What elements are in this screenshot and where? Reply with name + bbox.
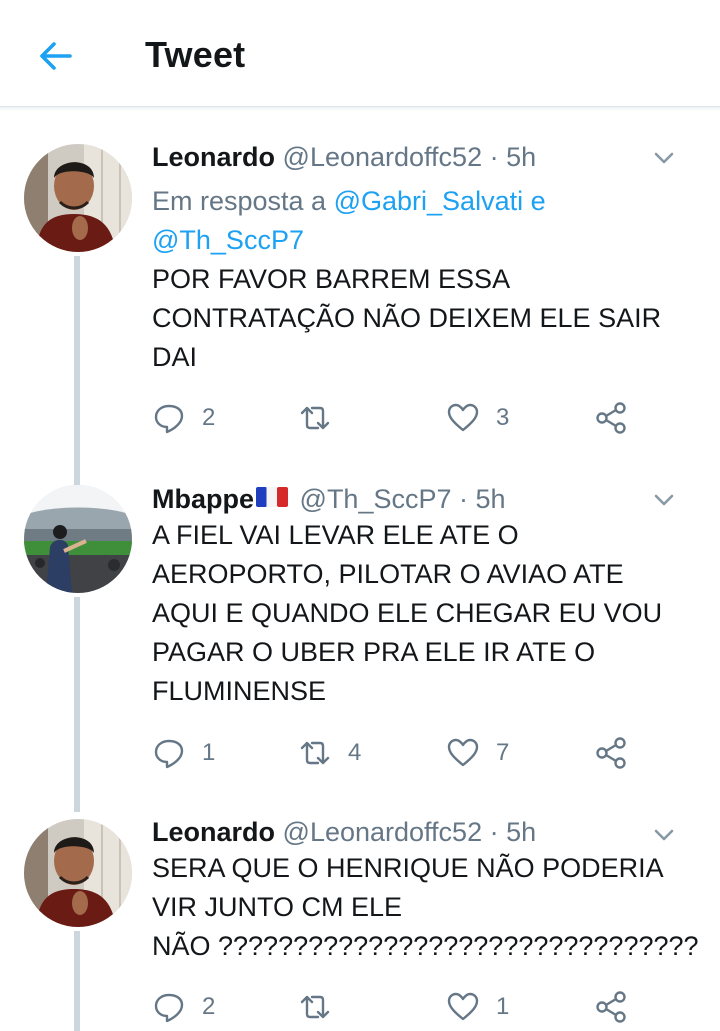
separator-dot: · (489, 817, 499, 847)
tweet-text-line: SERA QUE O HENRIQUE NÃO PODERIA (152, 853, 664, 883)
chevron-down-icon[interactable] (650, 486, 678, 514)
tweet-text-line: AQUI E QUANDO ELE CHEGAR EU VOU (152, 598, 663, 628)
tweet-text-line: POR FAVOR BARREM ESSA (152, 264, 511, 294)
share-icon (596, 991, 626, 1023)
tweet-text-line: A FIEL VAI LEVAR ELE ATE O (152, 520, 519, 550)
timestamp[interactable]: 5h (476, 484, 506, 514)
share-button[interactable] (594, 733, 628, 773)
heart-icon (447, 738, 479, 767)
mention-link[interactable]: @Th_SccP7 (152, 225, 304, 255)
tweet-3[interactable]: Leonardo @Leonardoffc52 · 5h SERA QUE O … (0, 815, 720, 1031)
display-name[interactable]: Leonardo (152, 817, 275, 847)
avatar[interactable] (24, 485, 132, 593)
thread-line (74, 256, 80, 476)
like-button[interactable]: 1 (446, 987, 509, 1027)
tweet-text-line: NÃO ???????????????????????????????? (152, 931, 699, 961)
like-count: 3 (496, 404, 510, 431)
tweet-text: POR FAVOR BARREM ESSA CONTRATAÇÃO NÃO DE… (152, 260, 700, 377)
reply-icon (154, 739, 184, 769)
tweet-content: Leonardo @Leonardoffc52 · 5h SERA QUE O … (152, 815, 700, 966)
retweet-count: 4 (348, 739, 362, 766)
tweet-text: SERA QUE O HENRIQUE NÃO PODERIA VIR JUNT… (152, 849, 700, 966)
profile-photo-icon (24, 819, 132, 927)
username[interactable]: @Leonardoffc52 (283, 142, 483, 172)
reply-prefix: Em resposta a (152, 186, 327, 216)
reply-icon (154, 404, 184, 434)
display-name[interactable]: Leonardo (152, 142, 275, 172)
separator-dot: · (459, 484, 469, 514)
avatar[interactable] (24, 819, 132, 927)
chevron-down-icon[interactable] (650, 821, 678, 849)
heart-icon (447, 403, 479, 432)
username[interactable]: @Leonardoffc52 (283, 817, 483, 847)
thread-line (74, 470, 80, 485)
back-button[interactable] (36, 36, 76, 76)
tweet-header: Leonardo @Leonardoffc52 · 5h (152, 815, 700, 849)
page-title: Tweet (145, 34, 246, 75)
tweet-content: Leonardo @Leonardoffc52 · 5h Em resposta… (152, 140, 700, 377)
tweet-text-line: CONTRATAÇÃO NÃO DEIXEM ELE SAIR (152, 303, 662, 333)
tweet-text-line: AEROPORTO, PILOTAR O AVIAO ATE (152, 559, 624, 589)
reply-count: 2 (202, 404, 216, 431)
mention-link[interactable]: @Gabri_Salvati (334, 186, 524, 216)
tweet-1[interactable]: Leonardo @Leonardoffc52 · 5h Em resposta… (0, 140, 720, 476)
like-count: 7 (496, 739, 510, 766)
chevron-down-icon[interactable] (650, 144, 678, 172)
retweet-button[interactable]: 4 (298, 733, 361, 773)
tweet-content: Mbappe @Th_SccP7 · 5h A FIEL VAI LEVAR E… (152, 482, 700, 711)
reply-count: 2 (202, 993, 216, 1020)
profile-photo-icon (24, 485, 132, 593)
tweet-header: Mbappe @Th_SccP7 · 5h (152, 482, 700, 516)
thread-line (74, 931, 80, 1031)
retweet-button[interactable] (298, 987, 348, 1027)
timestamp[interactable]: 5h (506, 142, 536, 172)
reply-icon (154, 993, 184, 1023)
reply-and: e (530, 186, 546, 216)
tweet-text: A FIEL VAI LEVAR ELE ATE O AEROPORTO, PI… (152, 516, 700, 711)
like-button[interactable]: 3 (446, 398, 509, 438)
reply-button[interactable]: 1 (152, 733, 215, 773)
like-count: 1 (496, 993, 510, 1020)
tweet-text-line: VIR JUNTO CM ELE (152, 892, 403, 922)
separator-dot: · (489, 142, 499, 172)
retweet-icon (300, 741, 330, 765)
tweet-text-line: DAI (152, 342, 198, 372)
arrow-left-icon (40, 42, 72, 70)
france-flag-icon (256, 487, 289, 507)
profile-photo-icon (24, 144, 132, 252)
username[interactable]: @Th_SccP7 (300, 484, 452, 514)
reply-button[interactable]: 2 (152, 398, 215, 438)
tweet-actions: 1 4 7 (152, 733, 672, 773)
retweet-icon (300, 406, 330, 430)
retweet-icon (300, 995, 330, 1019)
heart-icon (447, 992, 479, 1021)
tweet-actions: 2 3 (152, 398, 672, 438)
share-button[interactable] (594, 987, 628, 1027)
share-icon (596, 737, 626, 769)
like-button[interactable]: 7 (446, 733, 509, 773)
tweet-text-line: FLUMINENSE (152, 676, 327, 706)
share-button[interactable] (594, 398, 628, 438)
tweet-2[interactable]: Mbappe @Th_SccP7 · 5h A FIEL VAI LEVAR E… (0, 470, 720, 812)
tweet-header: Leonardo @Leonardoffc52 · 5h (152, 140, 700, 174)
share-icon (596, 402, 626, 434)
thread-line (74, 597, 80, 812)
reply-context: Em resposta a @Gabri_Salvati e @Th_SccP7 (152, 182, 700, 260)
timestamp[interactable]: 5h (506, 817, 536, 847)
top-app-bar: Tweet (0, 0, 720, 111)
reply-button[interactable]: 2 (152, 987, 215, 1027)
display-name[interactable]: Mbappe (152, 484, 254, 514)
avatar[interactable] (24, 144, 132, 252)
tweet-text-line: PAGAR O UBER PRA ELE IR ATE O (152, 637, 596, 667)
reply-count: 1 (202, 739, 216, 766)
tweet-actions: 2 1 (152, 987, 672, 1027)
retweet-button[interactable] (298, 398, 348, 438)
